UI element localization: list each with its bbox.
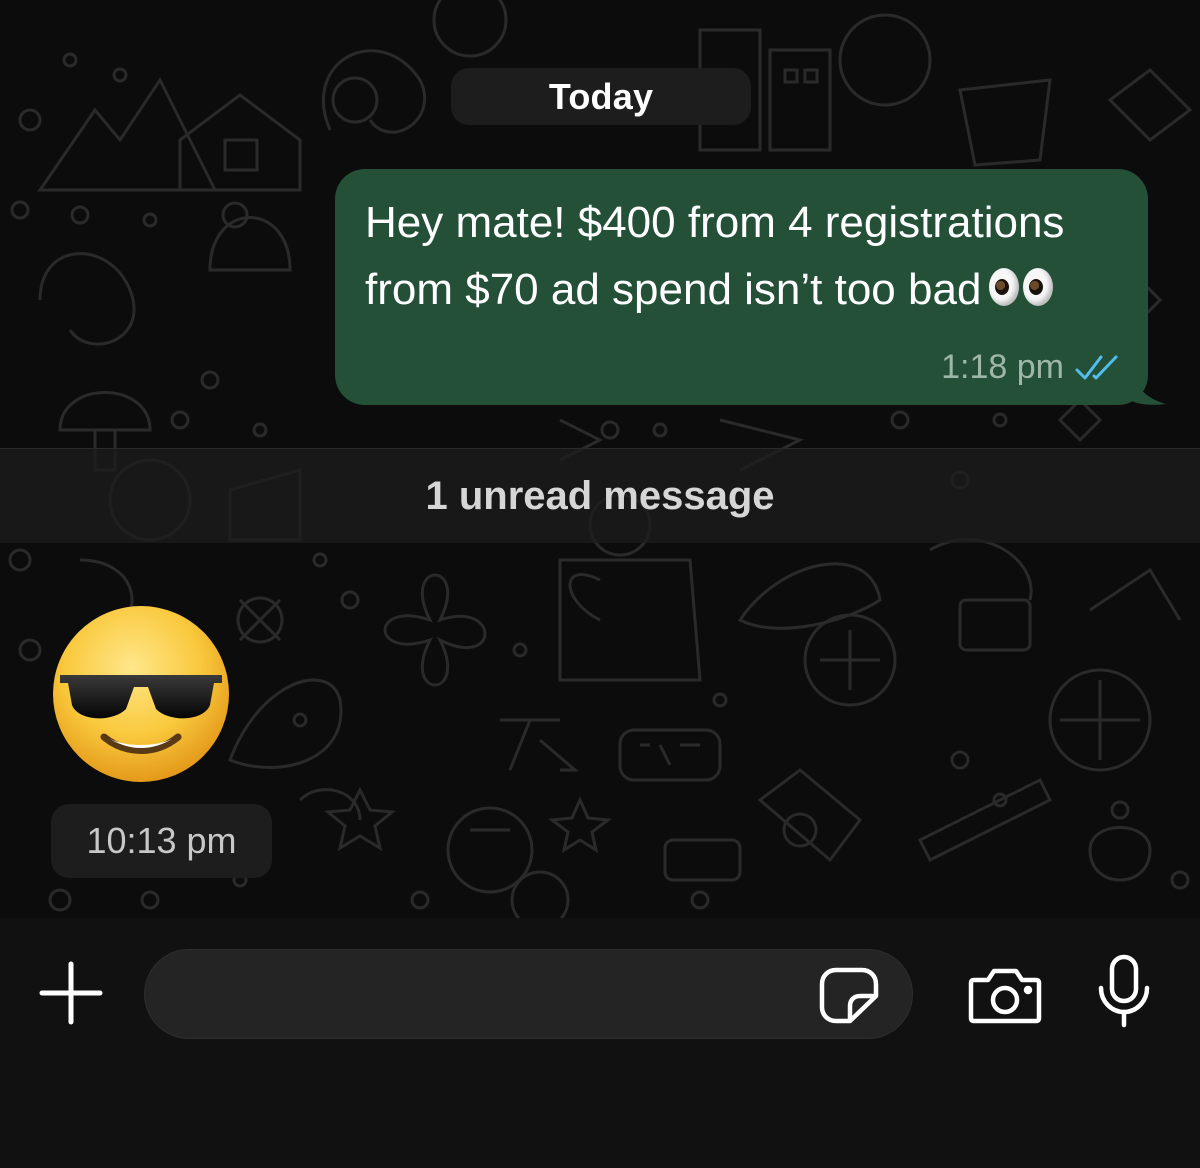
message-text: Hey mate! $400 from 4 registrations from… bbox=[365, 189, 1125, 323]
microphone-icon bbox=[1098, 954, 1150, 1028]
message-text-content: Hey mate! $400 from 4 registrations from… bbox=[365, 198, 1077, 314]
sunglasses-emoji-message-icon[interactable] bbox=[52, 605, 230, 783]
message-time: 1:18 pm bbox=[941, 348, 1064, 386]
sticker-button[interactable] bbox=[818, 966, 880, 1024]
plus-icon bbox=[39, 961, 103, 1025]
attach-plus-button[interactable] bbox=[38, 960, 104, 1026]
outgoing-message-bubble[interactable]: Hey mate! $400 from 4 registrations from… bbox=[335, 169, 1148, 405]
unread-messages-banner: 1 unread message bbox=[0, 448, 1200, 543]
camera-button[interactable] bbox=[968, 966, 1042, 1024]
chat-area[interactable]: Today Hey mate! $400 from 4 registration… bbox=[0, 0, 1200, 918]
double-check-read-icon bbox=[1075, 355, 1118, 379]
message-input[interactable] bbox=[144, 949, 913, 1039]
date-separator: Today bbox=[451, 68, 751, 125]
eyes-emoji-icon bbox=[989, 266, 1055, 308]
message-meta: 1:18 pm bbox=[941, 348, 1120, 387]
incoming-message-time: 10:13 pm bbox=[51, 804, 272, 878]
sticker-icon bbox=[819, 967, 879, 1024]
voice-message-button[interactable] bbox=[1096, 954, 1152, 1028]
camera-icon bbox=[968, 968, 1042, 1024]
